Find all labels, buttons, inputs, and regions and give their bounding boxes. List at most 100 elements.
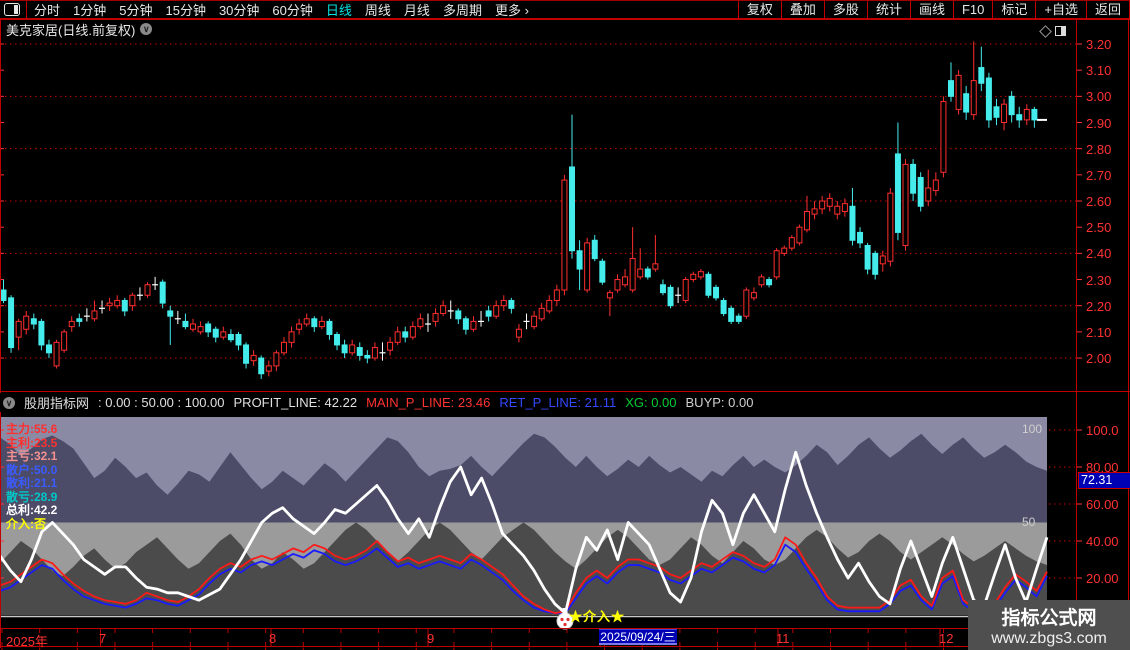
indicator-header-item: : 0.00 : 50.00 : 100.00 — [98, 395, 225, 410]
candle-up — [432, 313, 439, 322]
frame-line — [0, 0, 1, 648]
candle-up — [190, 323, 196, 330]
candle-up — [614, 279, 621, 291]
candle-up — [834, 205, 841, 215]
candle-up — [280, 341, 287, 354]
chevron-down-icon[interactable]: ∨ — [140, 23, 153, 35]
indicator-axis-label: 100.0 — [1086, 423, 1119, 438]
menu-item-15分钟[interactable]: 15分钟 — [165, 0, 205, 19]
menu-item-F10[interactable]: F10 — [952, 1, 992, 18]
candle-down — [235, 333, 242, 346]
chart-canvas[interactable] — [0, 0, 1130, 650]
candle-up — [106, 302, 113, 307]
candle-down — [402, 331, 409, 338]
candle-down — [849, 205, 856, 241]
price-axis-label: 2.70 — [1086, 167, 1112, 183]
candle-down — [8, 297, 15, 349]
menu-item-60分钟[interactable]: 60分钟 — [272, 0, 312, 19]
menu-item-标记[interactable]: 标记 — [992, 1, 1035, 18]
candle-down — [462, 318, 469, 330]
price-axis-label: 2.30 — [1086, 272, 1112, 288]
menu-item-统计[interactable]: 统计 — [866, 1, 910, 18]
price-axis-label: 3.20 — [1086, 37, 1112, 52]
menu-item-30分钟[interactable]: 30分钟 — [219, 0, 259, 19]
candle-up — [371, 347, 378, 359]
candle-down — [159, 281, 166, 304]
date-axis-label: 2025年 — [6, 634, 48, 649]
menu-item-1分钟[interactable]: 1分钟 — [73, 0, 106, 19]
indicator-axis-label: 40.00 — [1086, 534, 1119, 549]
candle-down — [713, 286, 720, 299]
candle-down — [659, 284, 666, 294]
candle-down — [334, 333, 341, 346]
candle-up — [697, 271, 704, 278]
divider-line — [0, 646, 1130, 647]
chart-title-row: 美克家居(日线.前复权) ∨ — [6, 21, 153, 38]
candle-up — [394, 331, 401, 343]
price-axis-label: 2.50 — [1086, 220, 1112, 236]
price-axis-label: 2.60 — [1086, 194, 1112, 210]
menu-item-5分钟[interactable]: 5分钟 — [119, 0, 152, 19]
indicator-value-labels: 主力:55.6 主利:23.5 主亏:32.1 散户:50.0 散利:21.1 散亏:28… — [6, 422, 58, 531]
tools-menu: 复权 叠加 多股 统计 画线 F10 标记 +自选 返回 — [737, 1, 1130, 18]
menu-item-分时[interactable]: 分时 — [34, 0, 60, 19]
indicator-chevron-icon[interactable]: ∨ — [3, 396, 15, 409]
candle-up — [622, 276, 629, 286]
candle-up — [220, 331, 227, 338]
panel-toggle-icon[interactable] — [4, 3, 20, 16]
candle-up — [387, 341, 394, 351]
price-axis-label: 2.80 — [1086, 141, 1112, 157]
menu-item-画线[interactable]: 画线 — [909, 1, 953, 18]
candle-up — [970, 80, 977, 116]
candle-up — [61, 331, 68, 351]
split-pane-icon[interactable] — [1055, 26, 1066, 36]
candle-down — [356, 347, 363, 356]
divider-line — [0, 391, 1130, 392]
indicator-header-item: XG: 0.00 — [625, 395, 677, 410]
stock-title: 美克家居(日线.前复权) — [6, 22, 136, 38]
candle-down — [910, 163, 917, 194]
candle-down — [311, 318, 318, 328]
candle-down — [766, 279, 773, 286]
candle-up — [250, 354, 257, 362]
top-menu-bar: 分时 1分钟 5分钟 15分钟 30分钟 60分钟 日线 周线 月线 多周期 更多 › 复权 叠加 多股… — [0, 0, 1130, 20]
indicator-label: 散利:21.1 — [6, 476, 58, 490]
candle-down — [978, 67, 985, 84]
candle-down — [667, 286, 674, 307]
menu-item-更多 ›[interactable]: 更多 › — [495, 0, 529, 19]
candle-up — [68, 320, 75, 328]
candle-up — [584, 242, 591, 291]
indicator-axis-label: 20.00 — [1086, 571, 1119, 586]
candle-down — [227, 333, 234, 341]
menu-item-多股[interactable]: 多股 — [823, 1, 867, 18]
menu-item-日线[interactable]: 日线 — [326, 0, 352, 19]
candle-up — [887, 192, 894, 262]
candle-up — [879, 255, 886, 265]
candle-down — [599, 260, 606, 283]
candle-up — [417, 318, 424, 328]
menu-item-返回[interactable]: 返回 — [1085, 1, 1130, 18]
candle-down — [364, 354, 371, 359]
menu-item-复权[interactable]: 复权 — [737, 1, 781, 18]
candle-up — [803, 210, 810, 231]
candle-down — [569, 166, 575, 252]
candle-up — [561, 179, 568, 291]
menu-item-+自选[interactable]: +自选 — [1035, 1, 1086, 18]
candle-down — [76, 318, 83, 322]
candle-down — [38, 320, 45, 346]
menu-item-月线[interactable]: 月线 — [404, 0, 430, 19]
date-axis-label: 12 — [939, 631, 954, 646]
menu-item-多周期[interactable]: 多周期 — [443, 0, 482, 19]
menu-item-叠加[interactable]: 叠加 — [780, 1, 824, 18]
indicator-label: 主利:23.5 — [6, 435, 58, 450]
price-axis-label: 2.90 — [1086, 115, 1112, 131]
candle-up — [682, 279, 689, 301]
candle-up — [743, 289, 750, 317]
candle-down — [948, 80, 954, 97]
divider-line — [0, 628, 1130, 629]
date-axis-label: 7 — [99, 631, 107, 646]
date-axis-label: 11 — [776, 631, 790, 646]
menu-item-周线[interactable]: 周线 — [365, 0, 391, 19]
indicator-axis-label: 60.00 — [1086, 497, 1119, 512]
candle-up — [23, 315, 30, 330]
